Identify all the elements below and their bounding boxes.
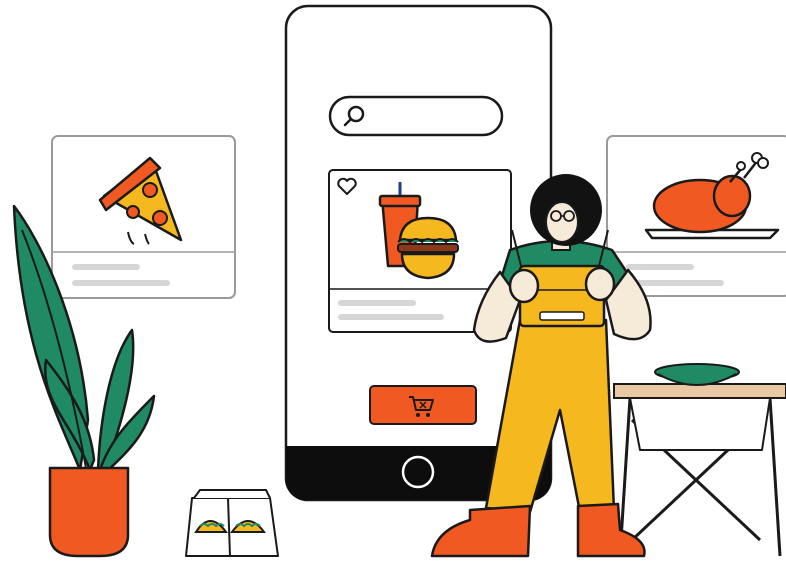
card-text-line xyxy=(626,264,694,270)
home-button-icon[interactable] xyxy=(401,455,435,489)
search-bar[interactable] xyxy=(328,95,504,137)
card-text-line xyxy=(72,264,140,270)
side-table xyxy=(613,363,786,557)
card-text-line xyxy=(72,280,170,286)
card-text-line xyxy=(626,280,724,286)
takeout-bags xyxy=(185,489,279,557)
add-to-cart-button[interactable] xyxy=(369,385,477,425)
burger-icon xyxy=(397,216,459,280)
bowl-icon xyxy=(654,363,740,386)
card-text-line xyxy=(338,314,444,320)
chicken-card[interactable] xyxy=(606,135,786,297)
card-text-line xyxy=(338,300,416,306)
pizza-card[interactable] xyxy=(51,135,236,299)
plant-pot xyxy=(48,466,130,558)
food-delivery-illustration xyxy=(12,4,786,558)
